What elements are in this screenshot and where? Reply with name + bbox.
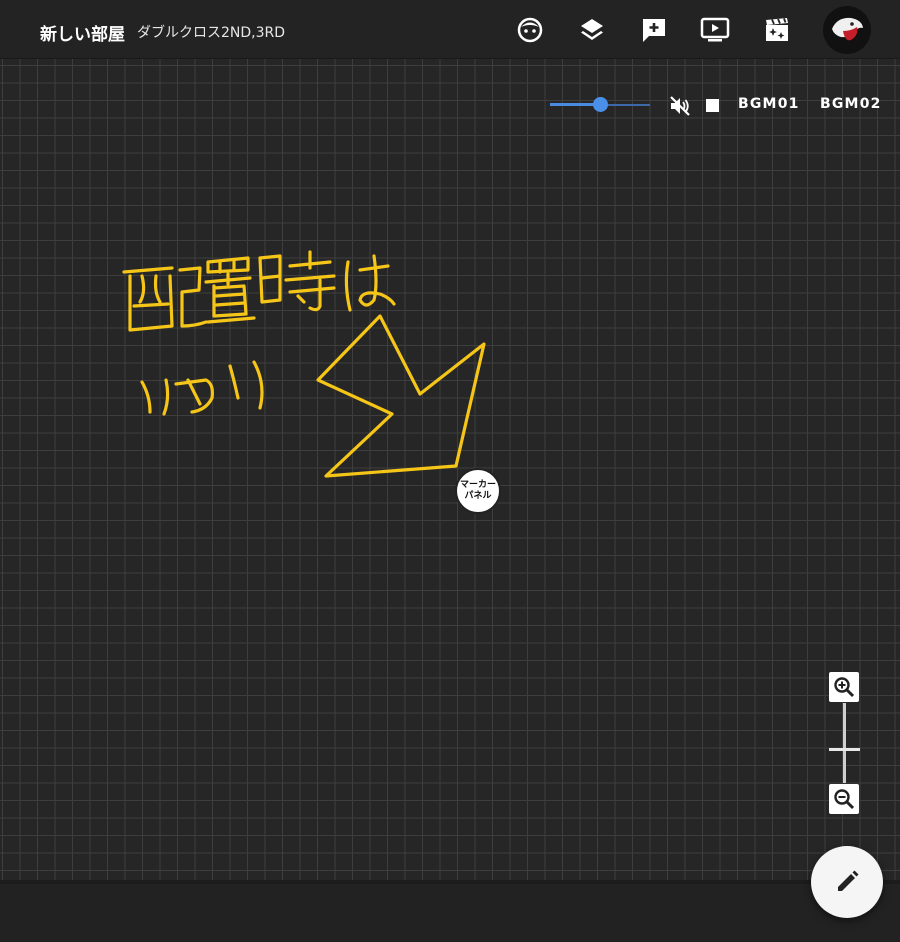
handwritten-annotation: [122, 250, 486, 478]
zoom-in-icon[interactable]: [829, 672, 859, 702]
marker-panel-label-line1: マーカー: [459, 480, 496, 490]
bgm-controls: BGM01 BGM02: [548, 92, 893, 118]
bgm-track-1-button[interactable]: BGM01: [738, 96, 800, 112]
zoom-out-icon[interactable]: [829, 784, 859, 814]
mute-icon[interactable]: [668, 94, 692, 118]
marker-panel-label-line2: パネル: [464, 491, 492, 501]
bgm-track-2-button[interactable]: BGM02: [820, 96, 882, 112]
marker-panel[interactable]: マーカー パネル: [455, 468, 501, 514]
bgm-volume-thumb[interactable]: [592, 97, 608, 112]
pencil-icon[interactable]: [811, 846, 883, 918]
stop-icon[interactable]: [706, 99, 719, 112]
zoom-slider-handle[interactable]: [829, 748, 860, 751]
bottom-bar: [0, 880, 900, 942]
zoom-track: [843, 703, 846, 783]
